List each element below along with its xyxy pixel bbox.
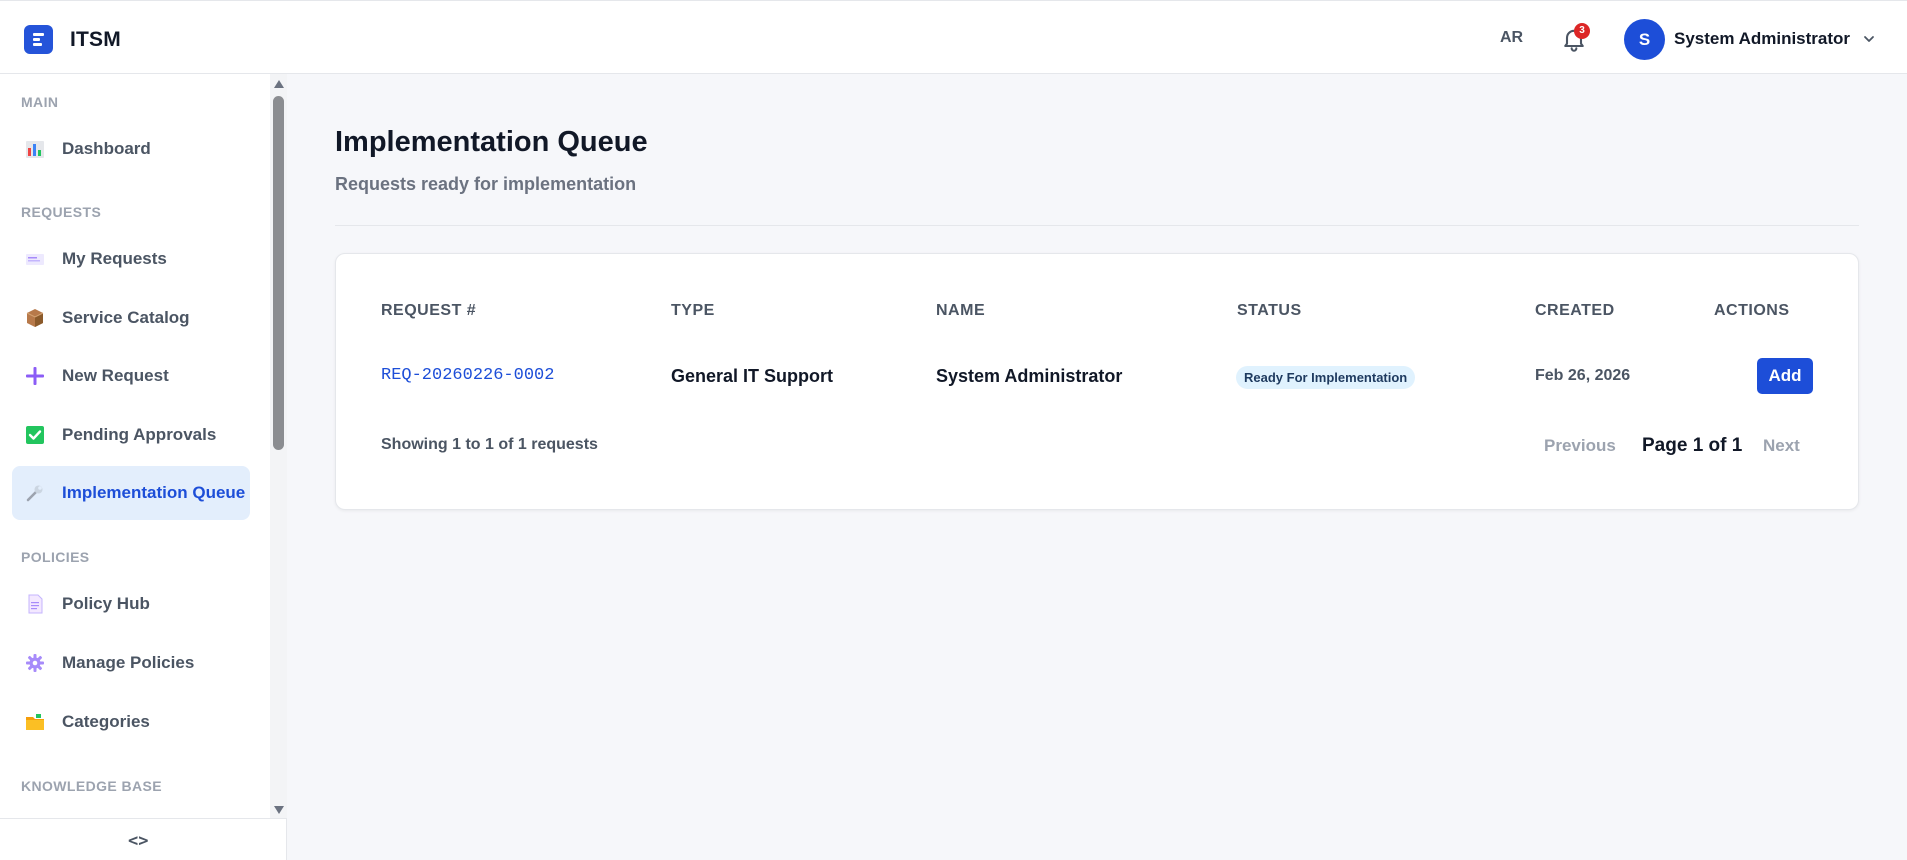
sidebar-item-new-request[interactable]: New Request <box>12 349 250 403</box>
app-title: ITSM <box>70 27 121 51</box>
sidebar-item-implementation-queue[interactable]: Implementation Queue <box>12 466 250 520</box>
scroll-down-icon[interactable] <box>274 806 284 814</box>
avatar: S <box>1624 18 1665 60</box>
section-label-requests: REQUESTS <box>21 204 102 220</box>
sidebar-item-label: Pending Approvals <box>62 425 217 444</box>
sidebar-scrollbar[interactable] <box>270 74 287 818</box>
created-date: Feb 26, 2026 <box>1535 367 1631 384</box>
sidebar-item-service-catalog[interactable]: Service Catalog <box>12 291 250 345</box>
sidebar: MAIN Dashboard REQUESTS My Requests Serv… <box>0 74 287 860</box>
column-header-request: REQUEST # <box>381 302 477 319</box>
status-badge: Ready For Implementation <box>1236 366 1416 389</box>
sidebar-item-label: Service Catalog <box>62 308 190 327</box>
document-icon <box>24 593 46 615</box>
user-menu[interactable]: S System Administrator <box>1624 18 1876 60</box>
column-header-type: TYPE <box>671 302 715 319</box>
add-button[interactable]: Add <box>1757 358 1813 394</box>
sidebar-item-dashboard[interactable]: Dashboard <box>12 122 250 176</box>
section-label-knowledge-base: KNOWLEDGE BASE <box>21 778 162 794</box>
collapse-sidebar-button[interactable]: <> <box>128 831 148 851</box>
brand[interactable]: ITSM <box>24 25 121 54</box>
column-header-status: STATUS <box>1237 302 1302 319</box>
scroll-up-icon[interactable] <box>274 80 284 88</box>
language-toggle[interactable]: AR <box>1500 29 1523 47</box>
plus-icon <box>24 365 46 387</box>
divider <box>335 225 1859 226</box>
requester-name: System Administrator <box>936 366 1123 386</box>
scrollbar-thumb[interactable] <box>273 96 284 450</box>
chevron-down-icon <box>1864 36 1874 42</box>
top-bar: ITSM AR 3 S System Administrator <box>0 0 1907 74</box>
sidebar-item-label: My Requests <box>62 249 167 268</box>
section-label-policies: POLICIES <box>21 549 90 565</box>
sidebar-item-my-requests[interactable]: My Requests <box>12 232 250 286</box>
sidebar-item-policy-hub[interactable]: Policy Hub <box>12 577 250 631</box>
folder-icon <box>24 711 46 733</box>
package-icon <box>24 307 46 329</box>
sidebar-item-label: Implementation Queue <box>62 483 246 502</box>
sidebar-nav: MAIN Dashboard REQUESTS My Requests Serv… <box>0 74 270 818</box>
request-number-link[interactable]: REQ-20260226-0002 <box>381 366 554 385</box>
next-page-button[interactable]: Next <box>1763 436 1800 456</box>
sidebar-item-label: New Request <box>62 366 169 385</box>
notifications-button[interactable]: 3 <box>1560 23 1590 53</box>
bar-chart-icon <box>24 138 46 160</box>
user-name: System Administrator <box>1674 29 1851 48</box>
sidebar-footer: <> <box>0 818 287 860</box>
column-header-name: NAME <box>936 302 986 319</box>
check-box-icon <box>24 424 46 446</box>
wrench-icon <box>24 482 46 504</box>
notification-count-badge: 3 <box>1574 23 1590 39</box>
requests-table-card: REQUEST # TYPE NAME STATUS CREATED ACTIO… <box>335 253 1859 510</box>
section-label-main: MAIN <box>21 94 59 110</box>
sidebar-item-label: Policy Hub <box>62 594 150 613</box>
column-header-created: CREATED <box>1535 302 1615 319</box>
document-list-icon <box>24 25 53 54</box>
gear-icon <box>24 652 46 674</box>
page-subtitle: Requests ready for implementation <box>335 174 637 194</box>
page-indicator: Page 1 of 1 <box>1642 435 1743 456</box>
sidebar-item-label: Categories <box>62 712 150 731</box>
sidebar-item-label: Dashboard <box>62 139 151 158</box>
sidebar-item-manage-policies[interactable]: Manage Policies <box>12 636 250 690</box>
page-title: Implementation Queue <box>335 126 648 158</box>
column-header-actions: ACTIONS <box>1714 302 1790 319</box>
previous-page-button[interactable]: Previous <box>1544 436 1616 456</box>
showing-count: Showing 1 to 1 of 1 requests <box>381 436 598 453</box>
card-list-icon <box>24 248 46 270</box>
sidebar-item-pending-approvals[interactable]: Pending Approvals <box>12 408 250 462</box>
sidebar-item-categories[interactable]: Categories <box>12 695 250 749</box>
sidebar-item-label: Manage Policies <box>62 653 195 672</box>
request-type: General IT Support <box>671 366 834 386</box>
